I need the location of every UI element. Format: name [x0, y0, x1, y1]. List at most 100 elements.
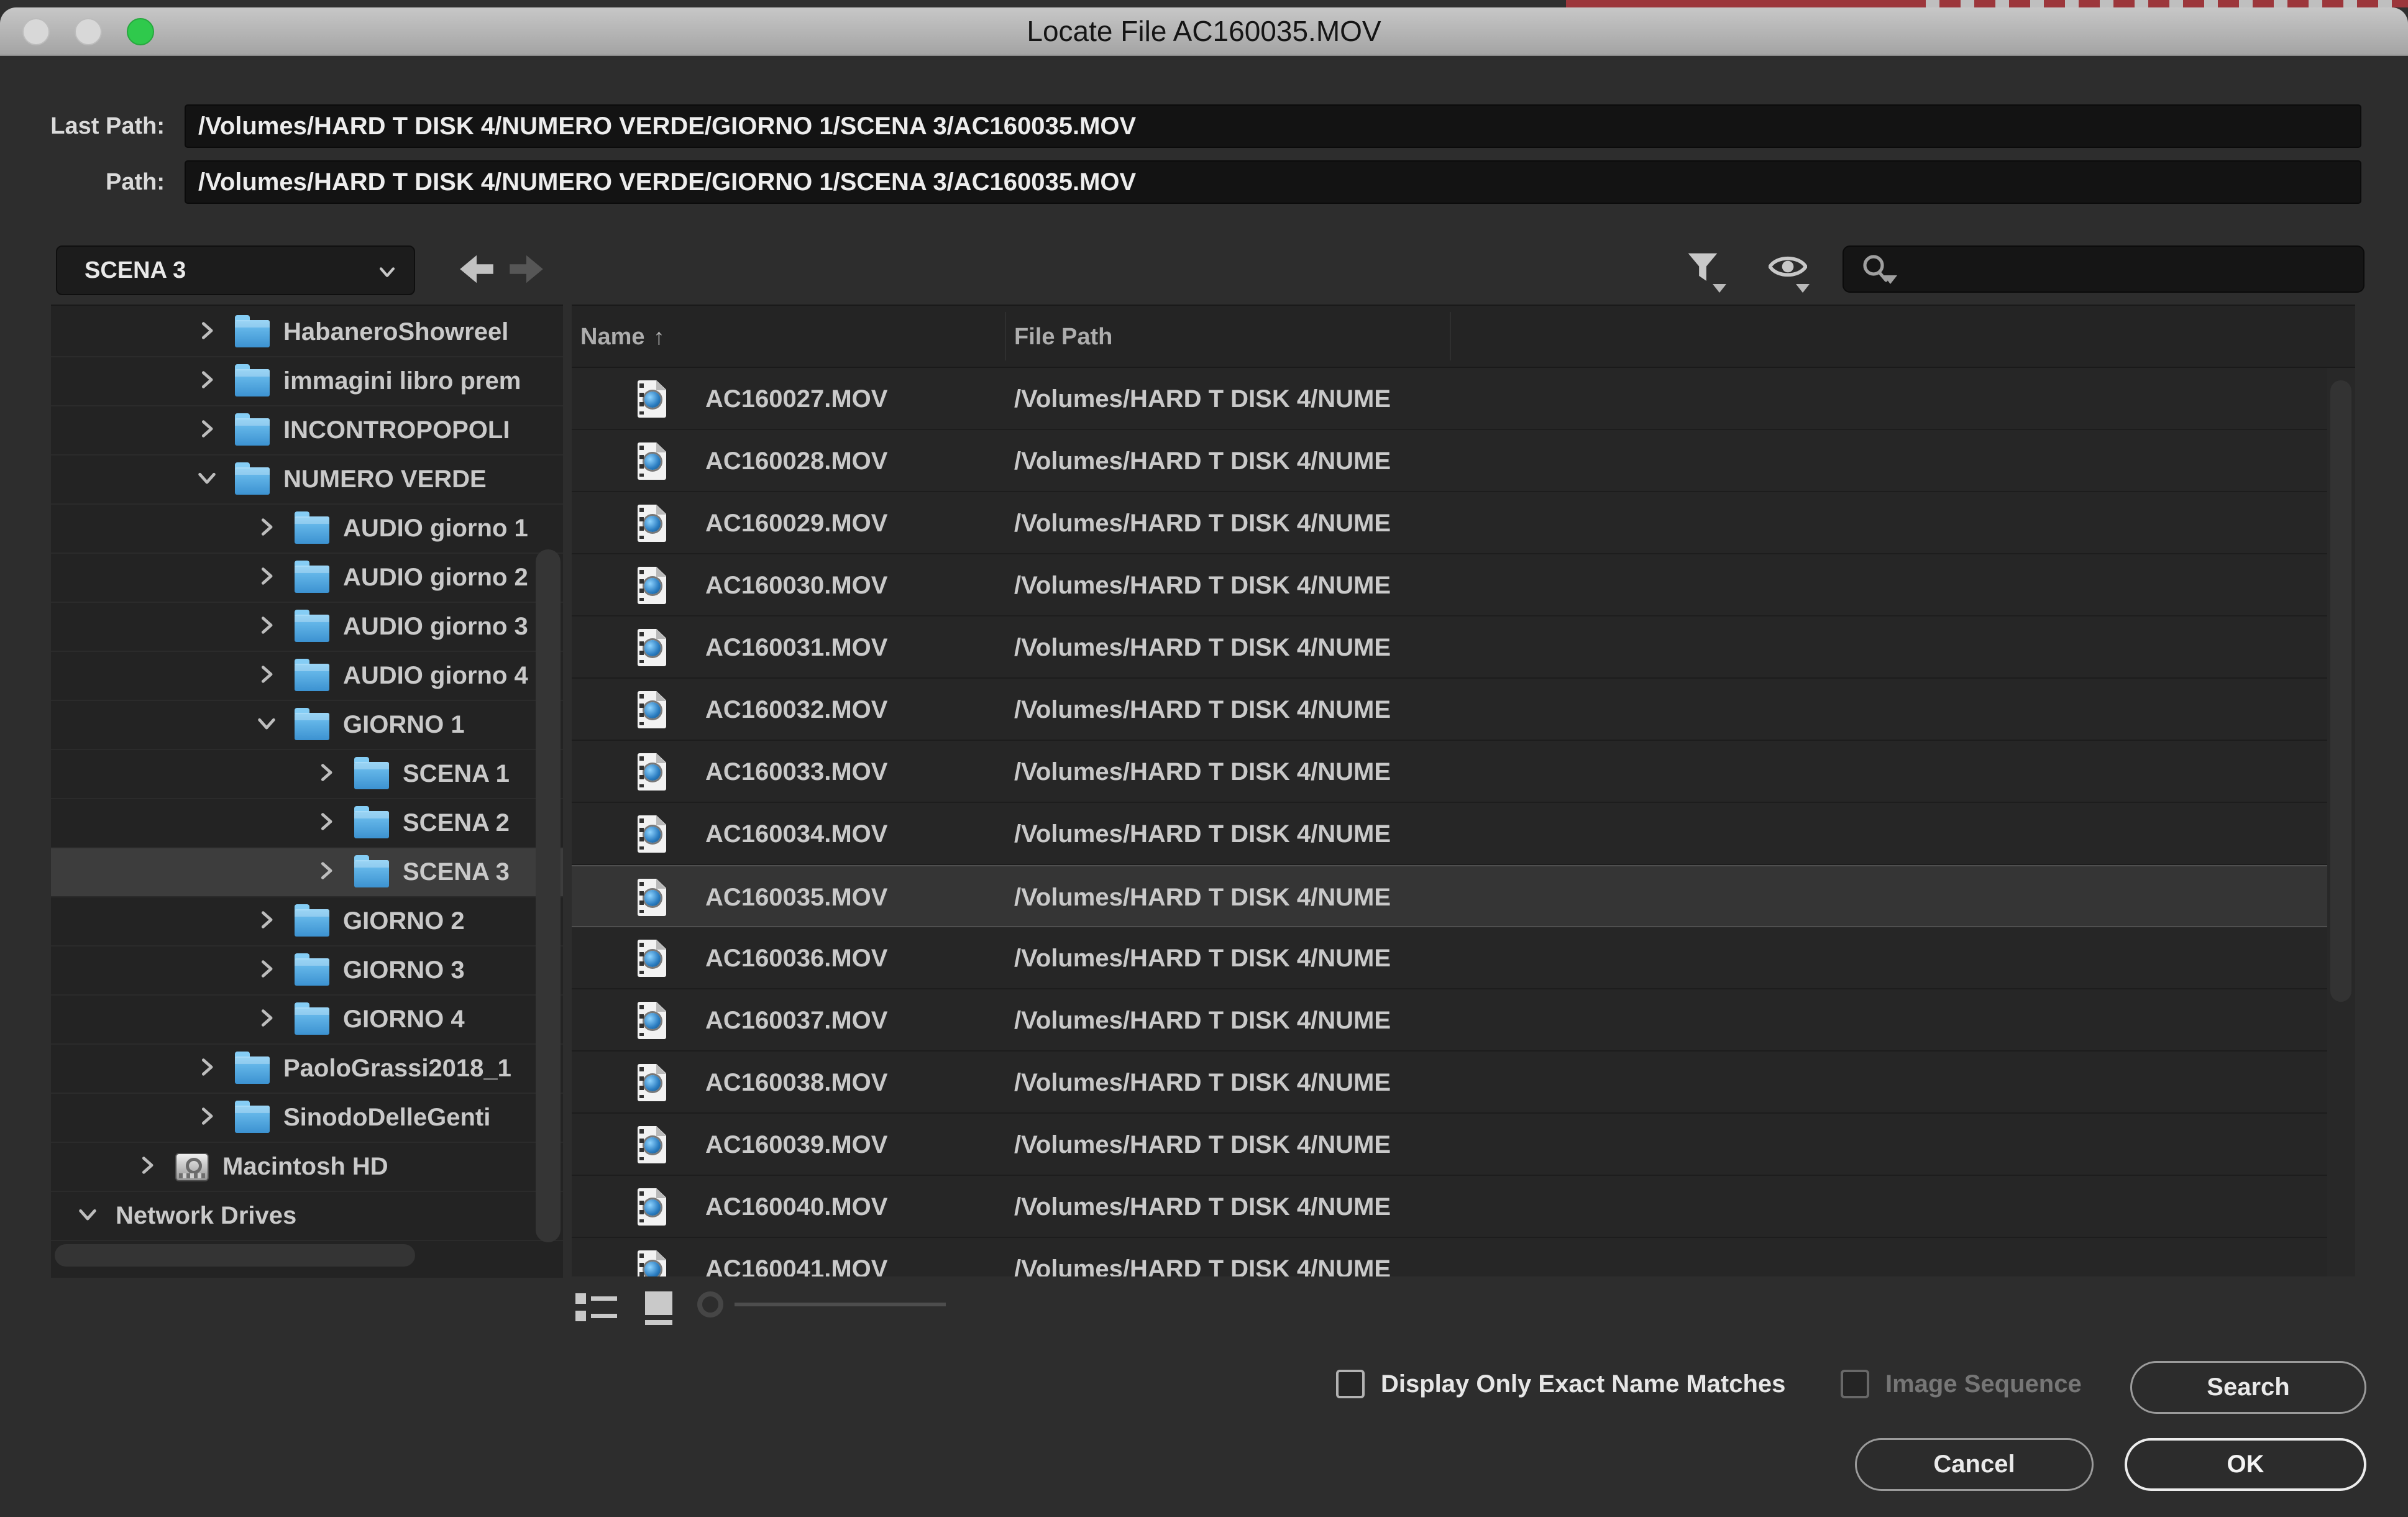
search-button[interactable]: Search: [2130, 1361, 2366, 1414]
tree-item-label: GIORNO 3: [343, 956, 465, 984]
disclosure-chevron-icon[interactable]: [196, 418, 221, 443]
forward-button[interactable]: [508, 253, 544, 285]
column-header-file-path[interactable]: File Path: [1014, 306, 1112, 368]
file-row[interactable]: AC160030.MOV /Volumes/HARD T DISK 4/NUME: [572, 554, 2327, 616]
disclosure-chevron-icon[interactable]: [256, 516, 281, 541]
file-path-cell: /Volumes/HARD T DISK 4/NUME: [1014, 1238, 1391, 1276]
file-row[interactable]: AC160033.MOV /Volumes/HARD T DISK 4/NUME: [572, 741, 2327, 803]
tree-item[interactable]: INCONTROPOPOLI: [51, 406, 563, 456]
disclosure-chevron-icon[interactable]: [256, 566, 281, 590]
filter-button[interactable]: [1685, 249, 1726, 294]
search-input[interactable]: [1843, 245, 2365, 293]
zoom-button[interactable]: [127, 18, 154, 45]
file-row[interactable]: AC160031.MOV /Volumes/HARD T DISK 4/NUME: [572, 616, 2327, 679]
tree-vertical-scrollbar[interactable]: [536, 549, 561, 1242]
disclosure-chevron-icon[interactable]: [316, 762, 341, 787]
back-button[interactable]: [459, 253, 495, 285]
tree-item[interactable]: AUDIO giorno 4: [51, 652, 563, 701]
disclosure-chevron-icon[interactable]: [256, 909, 281, 934]
tree-item[interactable]: GIORNO 1: [51, 701, 563, 750]
list-vertical-scrollbar[interactable]: [2330, 380, 2351, 1002]
file-row[interactable]: AC160032.MOV /Volumes/HARD T DISK 4/NUME: [572, 679, 2327, 741]
display-only-exact-name-matches-label: Display Only Exact Name Matches: [1381, 1370, 1785, 1398]
tree-item[interactable]: Macintosh HD: [51, 1143, 563, 1192]
close-button[interactable]: [22, 18, 50, 45]
last-path-field[interactable]: /Volumes/HARD T DISK 4/NUMERO VERDE/GIOR…: [185, 104, 2361, 148]
folder-icon: [295, 566, 329, 593]
tree-item[interactable]: AUDIO giorno 3: [51, 603, 563, 652]
file-path-cell: /Volumes/HARD T DISK 4/NUME: [1014, 616, 1391, 679]
file-name-cell: AC160030.MOV: [705, 554, 887, 616]
image-sequence-checkbox[interactable]: [1841, 1370, 1869, 1398]
tree-item[interactable]: Network Drives: [51, 1192, 563, 1241]
tree-item[interactable]: AUDIO giorno 1: [51, 505, 563, 554]
minimize-button[interactable]: [75, 18, 102, 45]
folder-icon: [235, 320, 270, 347]
tree-item[interactable]: immagini libro prem: [51, 357, 563, 406]
column-header-name[interactable]: Name↑: [580, 306, 665, 368]
tree-item[interactable]: NUMERO VERDE: [51, 456, 563, 505]
disclosure-chevron-icon[interactable]: [256, 958, 281, 983]
path-field[interactable]: /Volumes/HARD T DISK 4/NUMERO VERDE/GIOR…: [185, 160, 2361, 204]
file-row[interactable]: AC160028.MOV /Volumes/HARD T DISK 4/NUME: [572, 430, 2327, 492]
disclosure-chevron-icon[interactable]: [256, 1007, 281, 1032]
tree-item[interactable]: GIORNO 3: [51, 946, 563, 996]
tree-item-label: SinodoDelleGenti: [283, 1104, 490, 1132]
disclosure-chevron-icon[interactable]: [196, 369, 221, 394]
arrow-left-icon: [459, 253, 495, 285]
view-options-button[interactable]: [1769, 249, 1810, 294]
disclosure-chevron-icon[interactable]: [316, 860, 341, 885]
tree-item[interactable]: SCENA 1: [51, 750, 563, 799]
disclosure-chevron-icon[interactable]: [256, 615, 281, 639]
disclosure-chevron-icon[interactable]: [196, 467, 221, 492]
file-row[interactable]: AC160041.MOV /Volumes/HARD T DISK 4/NUME: [572, 1238, 2327, 1276]
folder-icon: [235, 467, 270, 495]
cancel-button[interactable]: Cancel: [1855, 1438, 2094, 1491]
disclosure-chevron-icon[interactable]: [196, 1106, 221, 1130]
tree-item[interactable]: PaoloGrassi2018_1: [51, 1045, 563, 1094]
disclosure-chevron-icon[interactable]: [196, 320, 221, 345]
tree-item[interactable]: SCENA 3: [51, 848, 563, 897]
file-row[interactable]: AC160039.MOV /Volumes/HARD T DISK 4/NUME: [572, 1114, 2327, 1176]
current-folder-dropdown[interactable]: SCENA 3: [56, 245, 415, 295]
thumbnail-size-slider-track[interactable]: [735, 1303, 946, 1306]
file-row[interactable]: AC160034.MOV /Volumes/HARD T DISK 4/NUME: [572, 803, 2327, 865]
thumbnail-size-slider-knob[interactable]: [697, 1291, 723, 1318]
column-divider[interactable]: [1005, 312, 1006, 360]
tree-item[interactable]: HabaneroShowreel: [51, 308, 563, 357]
tree-item[interactable]: GIORNO 4: [51, 996, 563, 1045]
file-row[interactable]: AC160035.MOV /Volumes/HARD T DISK 4/NUME: [572, 865, 2327, 927]
file-name-cell: AC160040.MOV: [705, 1176, 887, 1238]
tree-horizontal-scrollbar[interactable]: [55, 1244, 415, 1267]
file-row[interactable]: AC160040.MOV /Volumes/HARD T DISK 4/NUME: [572, 1176, 2327, 1238]
display-only-exact-name-matches-checkbox[interactable]: [1336, 1370, 1365, 1398]
folder-icon: [354, 811, 389, 838]
tree-item[interactable]: GIORNO 2: [51, 897, 563, 946]
file-row[interactable]: AC160036.MOV /Volumes/HARD T DISK 4/NUME: [572, 927, 2327, 989]
title-bar: Locate File AC160035.MOV: [0, 7, 2408, 56]
ok-button[interactable]: OK: [2125, 1438, 2366, 1491]
disclosure-chevron-icon[interactable]: [256, 664, 281, 689]
disclosure-chevron-icon[interactable]: [196, 1056, 221, 1081]
disclosure-chevron-icon[interactable]: [77, 1204, 102, 1229]
file-path-cell: /Volumes/HARD T DISK 4/NUME: [1014, 741, 1391, 803]
file-row[interactable]: AC160027.MOV /Volumes/HARD T DISK 4/NUME: [572, 368, 2327, 430]
list-view-button[interactable]: [575, 1291, 619, 1324]
file-row[interactable]: AC160029.MOV /Volumes/HARD T DISK 4/NUME: [572, 492, 2327, 554]
column-divider[interactable]: [1450, 312, 1451, 360]
file-row[interactable]: AC160037.MOV /Volumes/HARD T DISK 4/NUME: [572, 989, 2327, 1052]
folder-icon: [354, 762, 389, 789]
disclosure-chevron-icon[interactable]: [316, 811, 341, 836]
file-row[interactable]: AC160038.MOV /Volumes/HARD T DISK 4/NUME: [572, 1052, 2327, 1114]
movie-file-icon: [638, 1250, 666, 1276]
movie-file-icon: [638, 815, 666, 853]
column-header-name-label: Name: [580, 324, 645, 350]
tree-item[interactable]: SCENA 2: [51, 799, 563, 848]
tree-item[interactable]: SinodoDelleGenti: [51, 1094, 563, 1143]
disclosure-chevron-icon[interactable]: [256, 713, 281, 738]
tree-item-label: AUDIO giorno 1: [343, 515, 528, 543]
list-scrollbar-track: [2327, 368, 2355, 1276]
thumbnail-view-button[interactable]: [644, 1291, 679, 1326]
disclosure-chevron-icon[interactable]: [137, 1155, 162, 1180]
tree-item[interactable]: AUDIO giorno 2: [51, 554, 563, 603]
